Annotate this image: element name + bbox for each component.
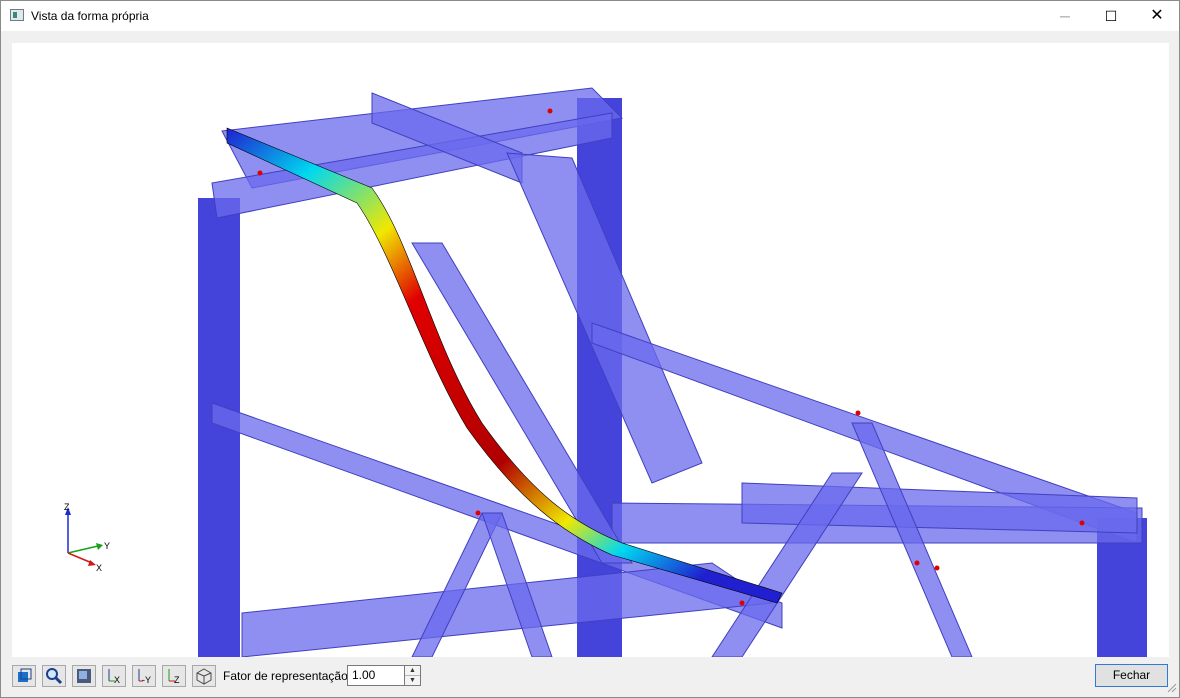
axis-minus-y-icon: -Y xyxy=(138,669,151,685)
maximize-icon: ☐ xyxy=(1104,8,1118,24)
app-icon xyxy=(10,9,24,21)
axis-x-icon: X xyxy=(108,669,120,685)
zoom-button[interactable] xyxy=(42,665,66,687)
view-z-button[interactable]: Z xyxy=(162,665,186,687)
resize-grip-icon[interactable] xyxy=(1167,683,1177,693)
spin-up-icon[interactable]: ▲ xyxy=(405,666,420,676)
close-button[interactable]: Fechar xyxy=(1095,664,1168,687)
minimize-icon: ─ xyxy=(1060,8,1070,24)
maximize-button[interactable]: ☐ xyxy=(1088,1,1134,31)
isometric-view-button[interactable] xyxy=(192,665,216,687)
eigenmode-view-window: Vista da forma própria ─ ☐ ✕ Z Y X X -Y … xyxy=(0,0,1180,698)
magnifier-icon xyxy=(46,668,63,685)
axis-z-label: Z xyxy=(64,502,70,512)
close-icon: ✕ xyxy=(1150,7,1164,24)
axis-z-icon: Z xyxy=(168,669,180,685)
view-options-button[interactable] xyxy=(12,665,36,687)
axis-triad: Z Y X xyxy=(64,502,110,573)
axis-x-label: X xyxy=(96,563,102,573)
view-x-label: X xyxy=(114,675,120,685)
scale-factor-input[interactable]: 1.00 xyxy=(347,665,405,686)
title-bar: Vista da forma própria ─ ☐ ✕ xyxy=(1,1,1179,31)
scale-factor-label: Fator de representação: xyxy=(223,669,352,683)
structure-rendering: Z Y X xyxy=(64,87,1147,657)
3d-model-viewport[interactable]: Z Y X xyxy=(12,43,1169,657)
bottom-toolbar: X -Y Z Fator de representação: 1.00 ▲ ▼ … xyxy=(1,659,1179,695)
window-title: Vista da forma própria xyxy=(31,9,149,23)
render-mode-button[interactable] xyxy=(72,665,96,687)
render-icon xyxy=(77,669,91,683)
spin-down-icon[interactable]: ▼ xyxy=(405,676,420,685)
view-minus-y-label: -Y xyxy=(142,675,151,685)
axis-y-label: Y xyxy=(104,541,110,551)
close-window-button[interactable]: ✕ xyxy=(1134,1,1180,31)
scale-factor-spinner[interactable]: ▲ ▼ xyxy=(404,665,421,686)
view-x-button[interactable]: X xyxy=(102,665,126,687)
cube-settings-icon xyxy=(18,668,32,682)
view-z-label: Z xyxy=(174,675,180,685)
isometric-icon xyxy=(196,668,212,685)
view-minus-y-button[interactable]: -Y xyxy=(132,665,156,687)
minimize-button[interactable]: ─ xyxy=(1042,1,1088,31)
